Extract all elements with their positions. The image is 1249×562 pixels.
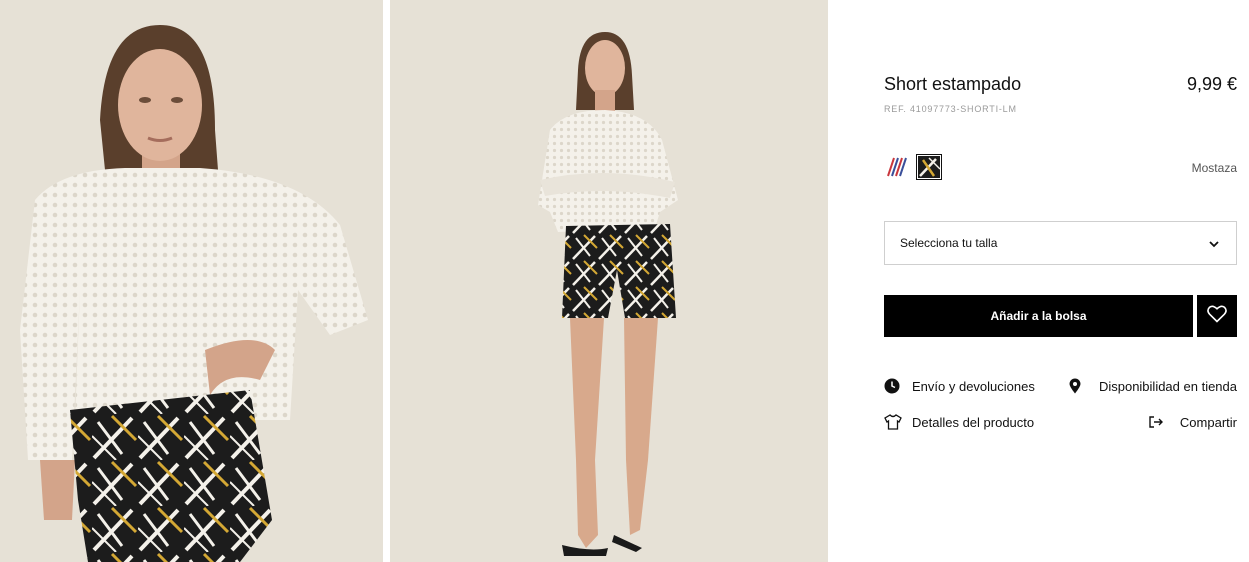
tshirt-icon — [884, 414, 902, 430]
product-image-closeup[interactable] — [0, 0, 383, 562]
store-availability-label: Disponibilidad en tienda — [1098, 378, 1237, 394]
product-details-label: Detalles del producto — [912, 414, 1035, 430]
share-link[interactable]: Compartir — [1148, 414, 1237, 430]
location-pin-icon — [1067, 378, 1083, 394]
clock-icon — [884, 378, 900, 394]
store-availability-link[interactable]: Disponibilidad en tienda — [1067, 378, 1237, 394]
product-reference: REF. 41097773-SHORTI-LM — [884, 104, 1017, 114]
product-details-link[interactable]: Detalles del producto — [884, 414, 1034, 430]
add-to-bag-label: Añadir a la bolsa — [990, 309, 1087, 323]
product-image-full[interactable] — [390, 0, 828, 562]
selected-color-name: Mostaza — [1191, 161, 1237, 175]
share-icon — [1148, 414, 1164, 430]
product-price: 9,99 € — [1186, 74, 1237, 94]
share-label: Compartir — [1179, 414, 1237, 430]
favorite-button[interactable] — [1197, 295, 1237, 337]
color-swatch-mostaza[interactable] — [916, 154, 942, 180]
product-title: Short estampado — [884, 74, 1022, 94]
color-swatch-stripes[interactable] — [886, 156, 908, 178]
shipping-returns-label: Envío y devoluciones — [912, 378, 1035, 394]
product-info-panel: Short estampado 9,99 € REF. 41097773-SHO… — [884, 0, 1237, 562]
chevron-down-icon — [1208, 237, 1220, 249]
size-select-label: Selecciona tu talla — [900, 236, 998, 250]
shipping-returns-link[interactable]: Envío y devoluciones — [884, 378, 1035, 394]
title-row: Short estampado 9,99 € — [884, 74, 1237, 98]
heart-icon — [1207, 304, 1227, 328]
size-select[interactable]: Selecciona tu talla — [884, 221, 1237, 265]
color-swatches: Mostaza — [884, 154, 1237, 182]
add-to-bag-button[interactable]: Añadir a la bolsa — [884, 295, 1193, 337]
